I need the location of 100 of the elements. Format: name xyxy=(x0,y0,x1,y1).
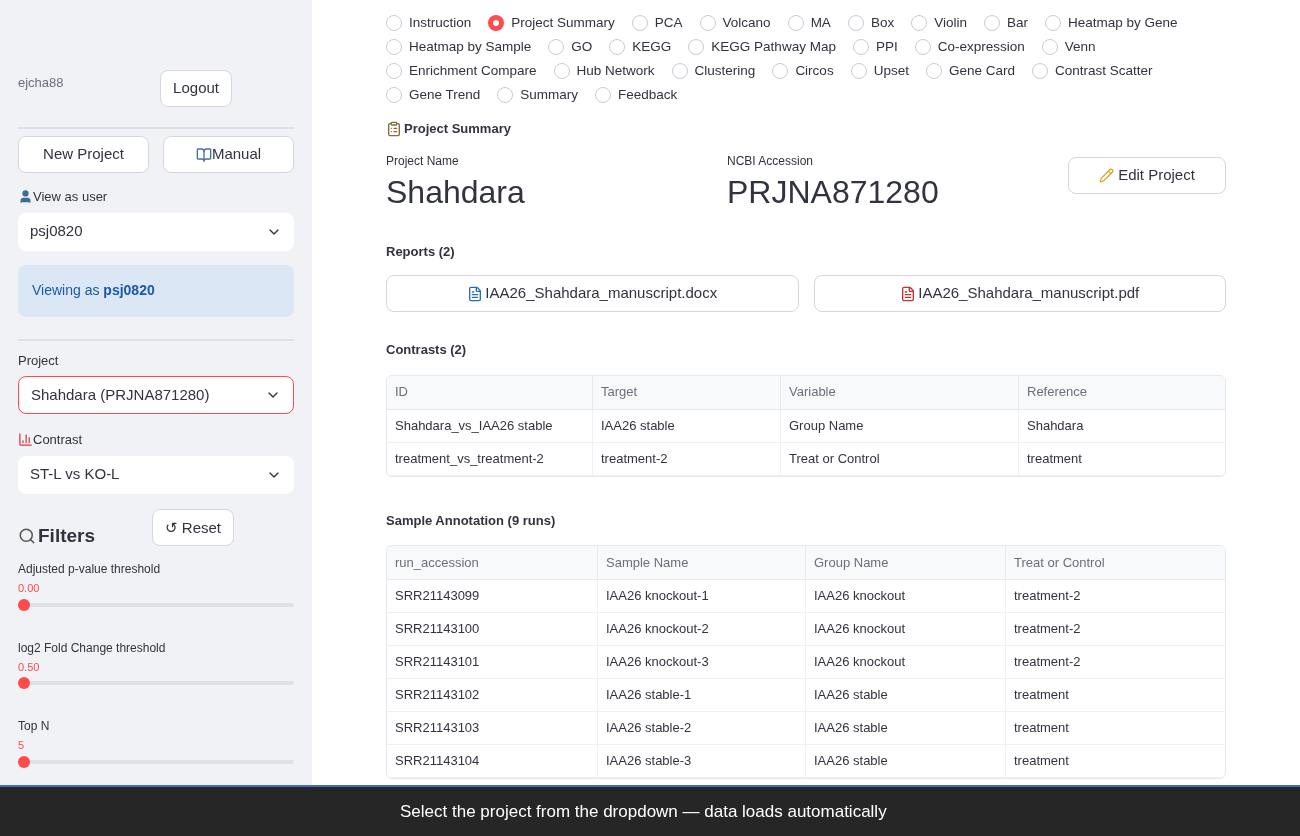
radio-icon xyxy=(497,87,514,103)
logout-button[interactable]: Logout xyxy=(160,70,232,107)
nav-radio[interactable]: Co-expression xyxy=(914,37,1025,57)
search-icon xyxy=(18,526,36,545)
nav-radio[interactable]: Gene Card xyxy=(925,61,1015,81)
username: ejcha88 xyxy=(18,74,64,92)
edit-project-button[interactable]: Edit Project xyxy=(1068,156,1226,194)
table-cell: treatment-2 xyxy=(1005,646,1225,678)
nav-radio[interactable]: Venn xyxy=(1041,37,1096,57)
radio-icon xyxy=(595,87,612,103)
radio-icon xyxy=(386,63,402,79)
nav-radio[interactable]: Summary xyxy=(497,85,579,105)
table-cell: IAA26 knockout xyxy=(805,646,1005,678)
nav-radio[interactable]: Volcano xyxy=(699,13,771,33)
slider-reading: 0.50 xyxy=(18,659,41,675)
slider-thumb[interactable] xyxy=(18,598,30,611)
field-label: NCBI Accession xyxy=(727,152,815,170)
slider-reading: 5 xyxy=(18,738,26,753)
nav-radio[interactable]: Gene Trend xyxy=(386,85,481,105)
nav-radio[interactable]: Instruction xyxy=(386,13,472,33)
radio-icon xyxy=(488,15,505,31)
radio-icon xyxy=(609,39,626,55)
caption-text: Select the project from the dropdown — data loads automatically xyxy=(400,800,887,823)
radio-icon xyxy=(699,15,716,31)
nav-radio[interactable]: Violin xyxy=(911,13,967,33)
nav-radio[interactable]: Bar xyxy=(983,13,1028,33)
nav-radio[interactable]: PCA xyxy=(631,13,683,33)
column-header: Sample Name xyxy=(597,546,805,579)
report-button[interactable]: IAA26_Shahdara_manuscript.docx xyxy=(386,275,799,312)
field-label: Project Name xyxy=(386,152,460,170)
nav-radio[interactable]: Circos xyxy=(772,61,834,81)
project-name: Shahdara xyxy=(386,172,526,212)
table-cell: treatment-2 xyxy=(1005,580,1225,612)
table-cell: treatment-2 xyxy=(1005,613,1225,645)
slider-thumb[interactable] xyxy=(18,677,30,689)
section-title: Filters xyxy=(38,523,96,548)
slider-thumb[interactable] xyxy=(18,755,30,768)
user-icon xyxy=(18,189,33,205)
table-cell-text: SRR21143103 xyxy=(394,719,481,738)
radio-icon xyxy=(1041,39,1058,55)
project-select[interactable]: Shahdara (PRJNA871280) xyxy=(18,376,294,414)
nav-radio[interactable]: Heatmap by Gene xyxy=(1044,13,1178,33)
slider-label: Top N xyxy=(18,718,51,735)
column-header: Treat or Control xyxy=(1005,546,1225,579)
radio-icon xyxy=(787,15,804,31)
column-header: Reference xyxy=(1018,375,1225,409)
clipboard-icon xyxy=(386,120,402,137)
radio-icon xyxy=(772,63,789,79)
radio-icon xyxy=(631,15,648,31)
nav-radio[interactable]: Enrichment Compare xyxy=(386,61,537,81)
table-cell: IAA26 stable xyxy=(592,409,780,442)
report-button[interactable]: IAA26_Shahdara_manuscript.pdf xyxy=(813,275,1226,312)
manual-button[interactable]: Manual xyxy=(163,136,294,173)
radio-icon xyxy=(688,39,705,55)
table-cell: IAA26 knockout xyxy=(805,613,1005,645)
table-cell: IAA26 stable xyxy=(805,745,1005,777)
radio-icon xyxy=(925,63,942,79)
radio-icon xyxy=(852,39,869,55)
info-notice: Viewing as psj0820 xyxy=(18,264,294,317)
contrast-select[interactable]: ST-L vs KO-L xyxy=(18,455,294,494)
nav-radio[interactable]: MA xyxy=(787,13,831,33)
nav-radio[interactable]: Feedback xyxy=(595,85,678,105)
pencil-icon xyxy=(1099,167,1115,183)
radio-icon xyxy=(847,15,864,31)
radio-icon xyxy=(386,15,402,31)
nav-radio[interactable]: PPI xyxy=(852,37,898,57)
radio-icon xyxy=(983,15,1000,31)
nav-radio[interactable]: Project Summary xyxy=(488,13,615,33)
table-cell: Group Name xyxy=(780,409,1018,442)
radio-icon xyxy=(548,39,565,55)
nav-radio[interactable]: Box xyxy=(847,13,895,33)
field-label: Contrast xyxy=(33,431,83,449)
new-project-button[interactable]: New Project xyxy=(18,136,149,173)
radio-icon xyxy=(1044,15,1061,31)
table-cell: IAA26 stable-2 xyxy=(597,712,805,744)
user-select[interactable]: psj0820 xyxy=(18,212,294,251)
nav-radio[interactable]: Heatmap by Sample xyxy=(386,37,532,57)
table-cell: IAA26 knockout-2 xyxy=(597,613,805,645)
section-title: Contrasts (2) xyxy=(386,341,468,359)
document-icon xyxy=(467,285,484,302)
radio-icon xyxy=(671,63,688,79)
table-cell: Shahdara xyxy=(1018,409,1225,442)
table-cell-text: SRR21143104 xyxy=(394,752,481,771)
accession-number: PRJNA871280 xyxy=(727,172,940,212)
nav-radio[interactable]: GO xyxy=(548,37,593,57)
nav-radio[interactable]: KEGG xyxy=(609,37,672,57)
nav-radio[interactable]: Contrast Scatter xyxy=(1031,61,1153,81)
nav-radio[interactable]: Hub Network xyxy=(553,61,655,81)
section-title: Sample Annotation (9 runs) xyxy=(386,511,557,530)
nav-radio[interactable]: Upset xyxy=(850,61,909,81)
table-cell: IAA26 knockout-1 xyxy=(597,580,805,612)
table-cell: treatment xyxy=(1018,442,1225,475)
nav-radio[interactable]: KEGG Pathway Map xyxy=(688,37,836,57)
table-cell-text: SRR21143099 xyxy=(394,587,481,606)
table-cell: Treat or Control xyxy=(780,442,1018,475)
nav-radio[interactable]: Clustering xyxy=(671,61,756,81)
reset-button[interactable]: ↺ Reset xyxy=(151,509,234,547)
table-cell: IAA26 knockout-3 xyxy=(597,646,805,678)
column-header: ID xyxy=(394,383,409,402)
radio-icon xyxy=(553,63,570,79)
